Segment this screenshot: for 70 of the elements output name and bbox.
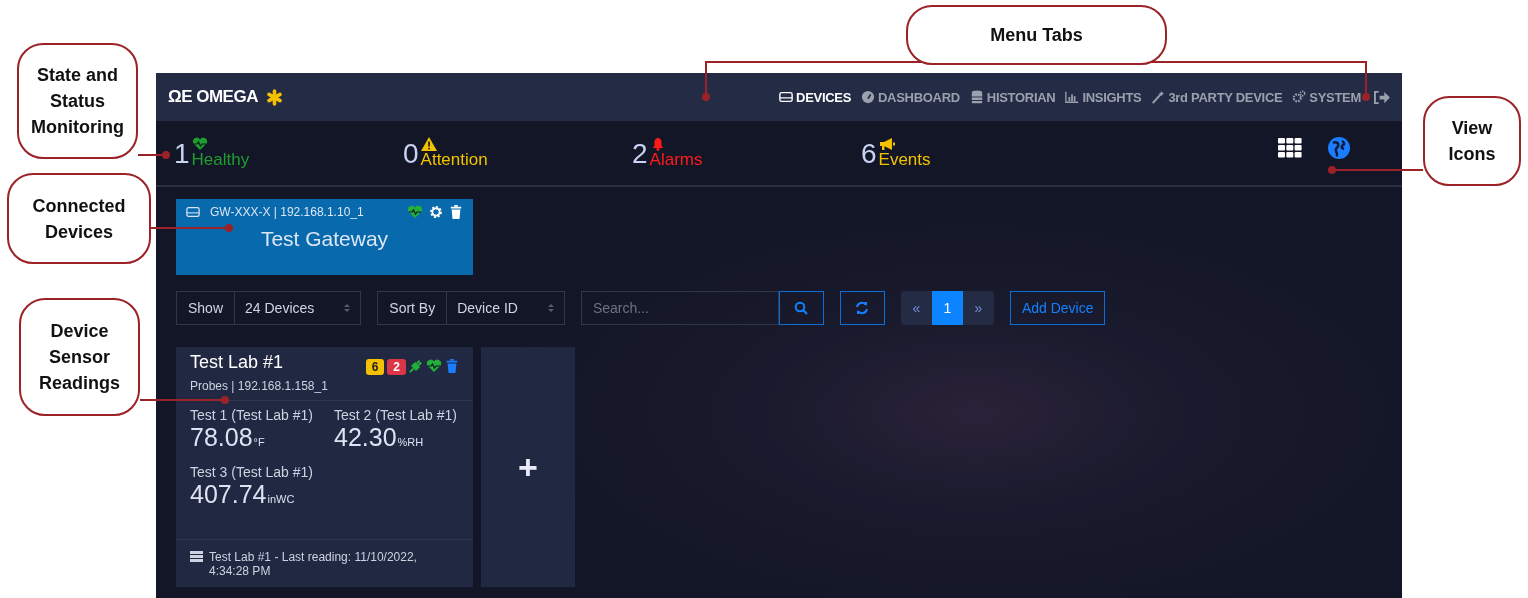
- nav-tab[interactable]: INSIGHTS: [1065, 89, 1142, 105]
- bar-chart-icon: [1065, 90, 1080, 104]
- asterisk-icon: [265, 88, 283, 106]
- last-reading-text: Test Lab #1 - Last reading: 11/10/2022, 4:34:28 PM: [209, 550, 418, 578]
- status-count: 2: [632, 139, 648, 169]
- sensor-name: Test 3 (Test Lab #1): [190, 464, 314, 480]
- device-name: Test Lab #1: [190, 352, 285, 373]
- count-badge: 2: [387, 359, 406, 375]
- sensor-unit: inWC: [267, 493, 295, 505]
- gauge-icon: [861, 90, 876, 104]
- plug-icon: [409, 359, 423, 373]
- status-count: 0: [403, 139, 419, 169]
- device-subtitle: Probes | 192.168.1.158_1: [190, 379, 328, 393]
- sensor-value: 78.08: [190, 423, 253, 452]
- add-device-button[interactable]: Add Device: [1009, 291, 1106, 325]
- count-badge: 6: [365, 359, 385, 375]
- logout-icon[interactable]: [1373, 89, 1390, 105]
- annotation-callout: State and Status Monitoring: [17, 43, 138, 159]
- gears-icon: [1292, 90, 1307, 104]
- drive-icon: [779, 90, 794, 104]
- status-count: 6: [861, 139, 877, 169]
- nav-tab[interactable]: HISTORIAN: [969, 89, 1056, 105]
- sensor-unit: °F: [253, 436, 265, 448]
- status-label: Healthy: [191, 151, 250, 169]
- status-label: Attention: [420, 151, 488, 169]
- add-card-button[interactable]: +: [481, 347, 575, 587]
- annotation-callout: Device Sensor Readings: [19, 298, 140, 416]
- trash-icon[interactable]: [445, 359, 459, 373]
- heartbeat-icon: [407, 205, 423, 219]
- sensor-name: Test 2 (Test Lab #1): [334, 407, 458, 423]
- list-icon: [190, 551, 203, 562]
- refresh-icon: [855, 301, 870, 315]
- nav-tab[interactable]: DEVICES: [779, 89, 852, 105]
- annotation-callout: View Icons: [1423, 96, 1521, 186]
- nav-tab[interactable]: 3rd PARTY DEVICE: [1151, 89, 1283, 105]
- sensor-value: 42.30: [334, 423, 397, 452]
- grid-view-icon[interactable]: [1278, 138, 1302, 158]
- trash-icon[interactable]: [449, 205, 463, 219]
- search-icon: [794, 301, 809, 315]
- settings-icon[interactable]: [429, 205, 443, 219]
- status-label: Events: [878, 151, 931, 169]
- gateway-card[interactable]: GW-XXX-X | 192.168.1.10_1 Test Gateway: [176, 199, 473, 275]
- magic-wand-icon: [1151, 90, 1166, 104]
- search-button[interactable]: [778, 291, 824, 325]
- annotation-callout: Connected Devices: [7, 173, 151, 264]
- leader-line: [137, 151, 170, 159]
- megaphone-icon: [878, 137, 895, 151]
- page-button[interactable]: 1: [931, 291, 963, 325]
- drive-icon: [186, 205, 200, 219]
- annotation-callout: Menu Tabs: [906, 5, 1167, 65]
- nav-tab[interactable]: DASHBOARD: [861, 89, 960, 105]
- heartbeat-icon: [191, 137, 208, 151]
- search-field[interactable]: Search...: [580, 291, 779, 325]
- sensor-value: 407.74: [190, 480, 267, 509]
- globe-icon[interactable]: [1328, 137, 1350, 159]
- status-label: Alarms: [649, 151, 703, 169]
- device-card[interactable]: Test Lab #1 Probes | 192.168.1.158_1 6 2 Test 1 (Test Lab #1) 78.08°F Test 2 (Test Lab #1) 42.30%RH Test 3 (Test Lab #1) 407.74inWC Test Lab #1 - Last reading: 11/10/2022, 4:34:28 PM: [176, 347, 473, 587]
- warning-icon: [420, 137, 437, 151]
- sensor-unit: %RH: [397, 436, 424, 448]
- sensor-name: Test 1 (Test Lab #1): [190, 407, 314, 423]
- refresh-button[interactable]: [839, 291, 885, 325]
- nav-tab[interactable]: SYSTEM: [1292, 89, 1361, 105]
- page-button[interactable]: »: [962, 291, 994, 325]
- company-logo: ΩE OMEGA: [168, 87, 258, 107]
- heartbeat-icon: [426, 359, 442, 373]
- page-button[interactable]: «: [900, 291, 932, 325]
- status-count: 1: [174, 139, 190, 169]
- database-icon: [969, 90, 984, 104]
- gateway-name: Test Gateway: [259, 227, 390, 251]
- gateway-id: GW-XXX-X | 192.168.1.10_1: [210, 205, 364, 219]
